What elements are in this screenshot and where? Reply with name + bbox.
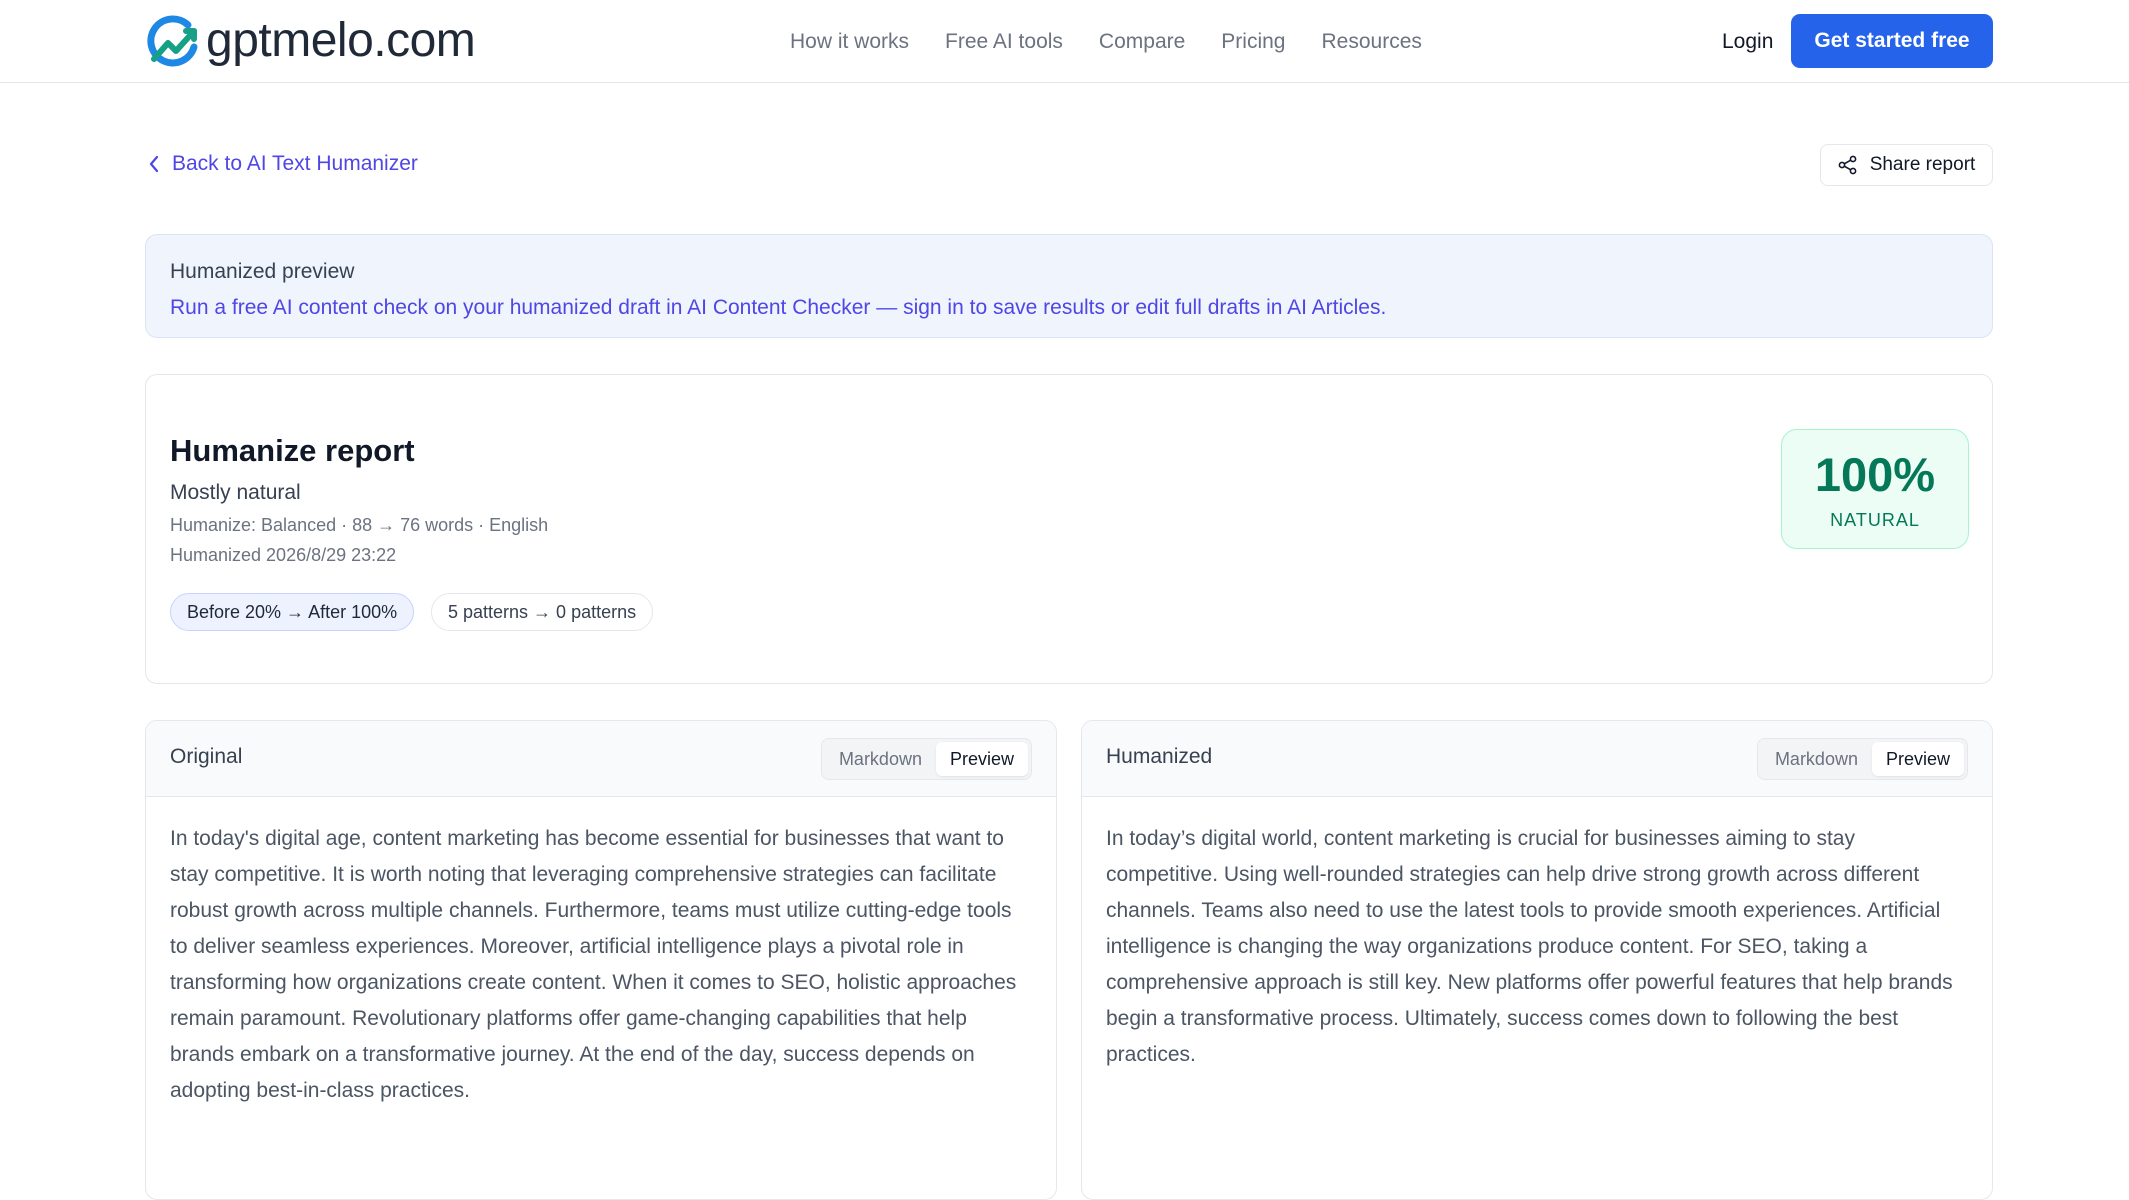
logo-icon bbox=[147, 15, 198, 67]
nav-how-it-works[interactable]: How it works bbox=[790, 28, 909, 56]
humanized-text: In today’s digital world, content market… bbox=[1106, 827, 1953, 1066]
report-meta: Humanize: Balanced · 88 → 76 words · Eng… bbox=[170, 515, 549, 535]
get-started-button[interactable]: Get started free bbox=[1791, 14, 1993, 68]
chevron-left-icon bbox=[149, 155, 159, 173]
humanized-panel-header: Humanized Markdown Preview bbox=[1082, 721, 1992, 797]
notice-title: Humanized preview bbox=[170, 260, 355, 283]
nav-compare[interactable]: Compare bbox=[1099, 28, 1185, 56]
report-timestamp: Humanized 2026/8/29 23:22 bbox=[170, 545, 397, 565]
report-title: Humanize report bbox=[170, 433, 415, 468]
nav-pricing[interactable]: Pricing bbox=[1221, 28, 1285, 56]
back-link[interactable]: Back to AI Text Humanizer bbox=[148, 152, 418, 176]
original-panel: Original Markdown Preview In today's dig… bbox=[145, 720, 1057, 1200]
humanized-preview-notice: Humanized preview Run a free AI content … bbox=[145, 234, 1993, 338]
logo[interactable]: gptmelo.com bbox=[144, 10, 476, 72]
patterns-change-badge: 5 patterns → 0 patterns bbox=[431, 593, 654, 631]
original-markdown-tab[interactable]: Markdown bbox=[825, 742, 936, 776]
humanized-view-toggle: Markdown Preview bbox=[1756, 738, 1968, 780]
score-value: 100% bbox=[1814, 448, 1936, 501]
humanized-panel-title: Humanized bbox=[1106, 745, 1213, 768]
score-change-badge: Before 20% → After 100% bbox=[170, 593, 415, 631]
login-link[interactable]: Login bbox=[1722, 28, 1773, 56]
top-navigation: gptmelo.com How it works Free AI tools C… bbox=[0, 0, 2129, 83]
nav-resources[interactable]: Resources bbox=[1322, 28, 1422, 56]
score-label: NATURAL bbox=[1830, 510, 1920, 530]
nav-free-ai-tools[interactable]: Free AI tools bbox=[945, 28, 1063, 56]
humanized-panel: Humanized Markdown Preview In today’s di… bbox=[1081, 720, 1993, 1200]
notice-body[interactable]: Run a free AI content check on your huma… bbox=[170, 293, 1968, 323]
humanize-report-card: Humanize report Mostly natural Humanize:… bbox=[145, 374, 1993, 684]
original-panel-title: Original bbox=[170, 745, 243, 768]
share-icon bbox=[1838, 155, 1857, 175]
share-report-button[interactable]: Share report bbox=[1820, 144, 1993, 186]
main-menu: How it works Free AI tools Compare Prici… bbox=[790, 28, 1458, 56]
report-verdict: Mostly natural bbox=[170, 481, 301, 504]
original-preview-tab[interactable]: Preview bbox=[935, 742, 1028, 776]
logo-text: gptmelo.com bbox=[206, 14, 476, 67]
back-link-label: Back to AI Text Humanizer bbox=[172, 152, 418, 175]
natural-score-badge: 100% NATURAL bbox=[1781, 429, 1969, 549]
humanized-preview-tab[interactable]: Preview bbox=[1871, 742, 1964, 776]
share-report-label: Share report bbox=[1869, 154, 1976, 175]
original-text: In today's digital age, content marketin… bbox=[170, 827, 1017, 1102]
original-panel-header: Original Markdown Preview bbox=[146, 721, 1056, 797]
original-view-toggle: Markdown Preview bbox=[820, 738, 1032, 780]
humanized-markdown-tab[interactable]: Markdown bbox=[1761, 742, 1872, 776]
